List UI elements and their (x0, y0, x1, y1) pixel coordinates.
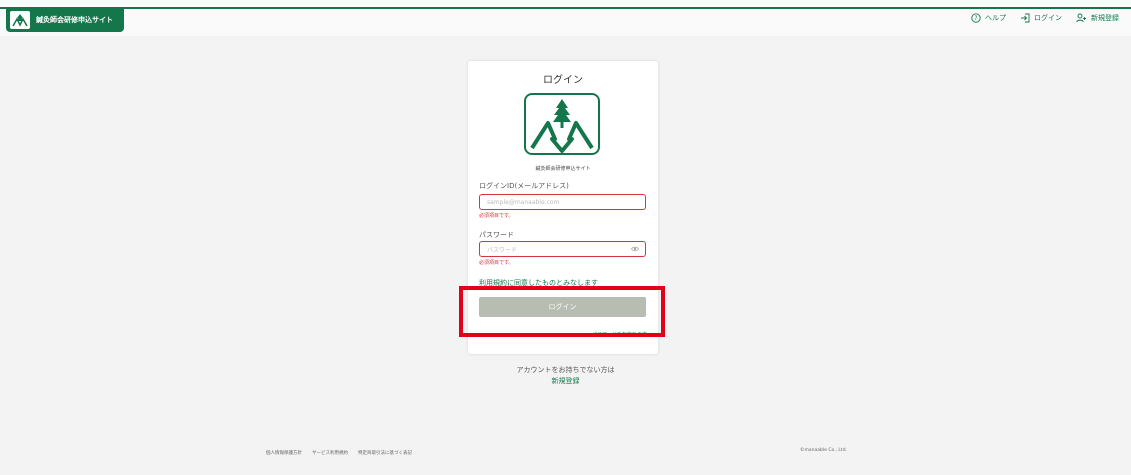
help-circle-icon: ? (971, 13, 981, 23)
help-label: ヘルプ (985, 14, 1006, 22)
copyright: ©manaable Co., Ltd. (800, 448, 847, 453)
card-site-name: 鍼灸師会研修申込サイト (535, 166, 591, 172)
login-id-input[interactable]: sample@manaable.com (479, 194, 646, 210)
login-link[interactable]: ログイン (1020, 13, 1062, 23)
site-brand[interactable]: 鍼灸師会研修申込サイト (6, 8, 124, 32)
login-id-error: 必須項目です。 (479, 213, 514, 219)
password-input[interactable]: パスワード (479, 241, 646, 257)
help-link[interactable]: ? ヘルプ (971, 13, 1006, 23)
header-accent-line (0, 7, 1131, 9)
footer-links: 個人情報保護方針 サービス利用規約 特定商取引法に基づく表記 (266, 450, 412, 456)
login-label: ログイン (1034, 14, 1062, 22)
footer-link-commerce[interactable]: 特定商取引法に基づく表記 (358, 450, 412, 456)
footer: 個人情報保護方針 サービス利用規約 特定商取引法に基づく表記 ©manaable… (0, 446, 1131, 458)
login-id-label: ログインID(メールアドレス) (479, 182, 569, 190)
login-title: ログイン (543, 75, 583, 86)
signup-label: 新規登録 (1091, 14, 1119, 22)
signup-link[interactable]: 新規登録 (1076, 13, 1119, 23)
header-nav: ? ヘルプ ログイン 新規登録 (971, 10, 1119, 26)
password-error: 必須項目です。 (479, 260, 514, 266)
password-label: パスワード (479, 231, 514, 239)
add-user-icon (1076, 13, 1086, 23)
header-bar: 鍼灸師会研修申込サイト ? ヘルプ ログイン 新規登録 (0, 0, 1131, 36)
no-account-text: アカウントをお持ちでない方は (516, 366, 615, 374)
footer-link-terms[interactable]: サービス利用規約 (312, 450, 348, 456)
site-title: 鍼灸師会研修申込サイト (36, 16, 113, 24)
signup-bottom-link[interactable]: 新規登録 (0, 376, 1131, 386)
terms-text[interactable]: 利用規約に同意したものとみなします (479, 278, 598, 288)
site-logo-icon (524, 93, 600, 155)
footer-link-privacy[interactable]: 個人情報保護方針 (266, 450, 302, 456)
login-card: ログイン 鍼灸師会研修申込サイト ログインID(メールアドレス) sample@… (468, 61, 658, 354)
site-logo-icon (10, 11, 30, 29)
eye-icon[interactable] (631, 246, 639, 252)
login-icon (1021, 13, 1030, 23)
password-placeholder: パスワード (487, 246, 518, 254)
login-button[interactable]: ログイン (479, 297, 646, 317)
svg-text:?: ? (974, 15, 977, 22)
forgot-password-link[interactable]: パスワードをお忘れの方 (592, 331, 647, 338)
